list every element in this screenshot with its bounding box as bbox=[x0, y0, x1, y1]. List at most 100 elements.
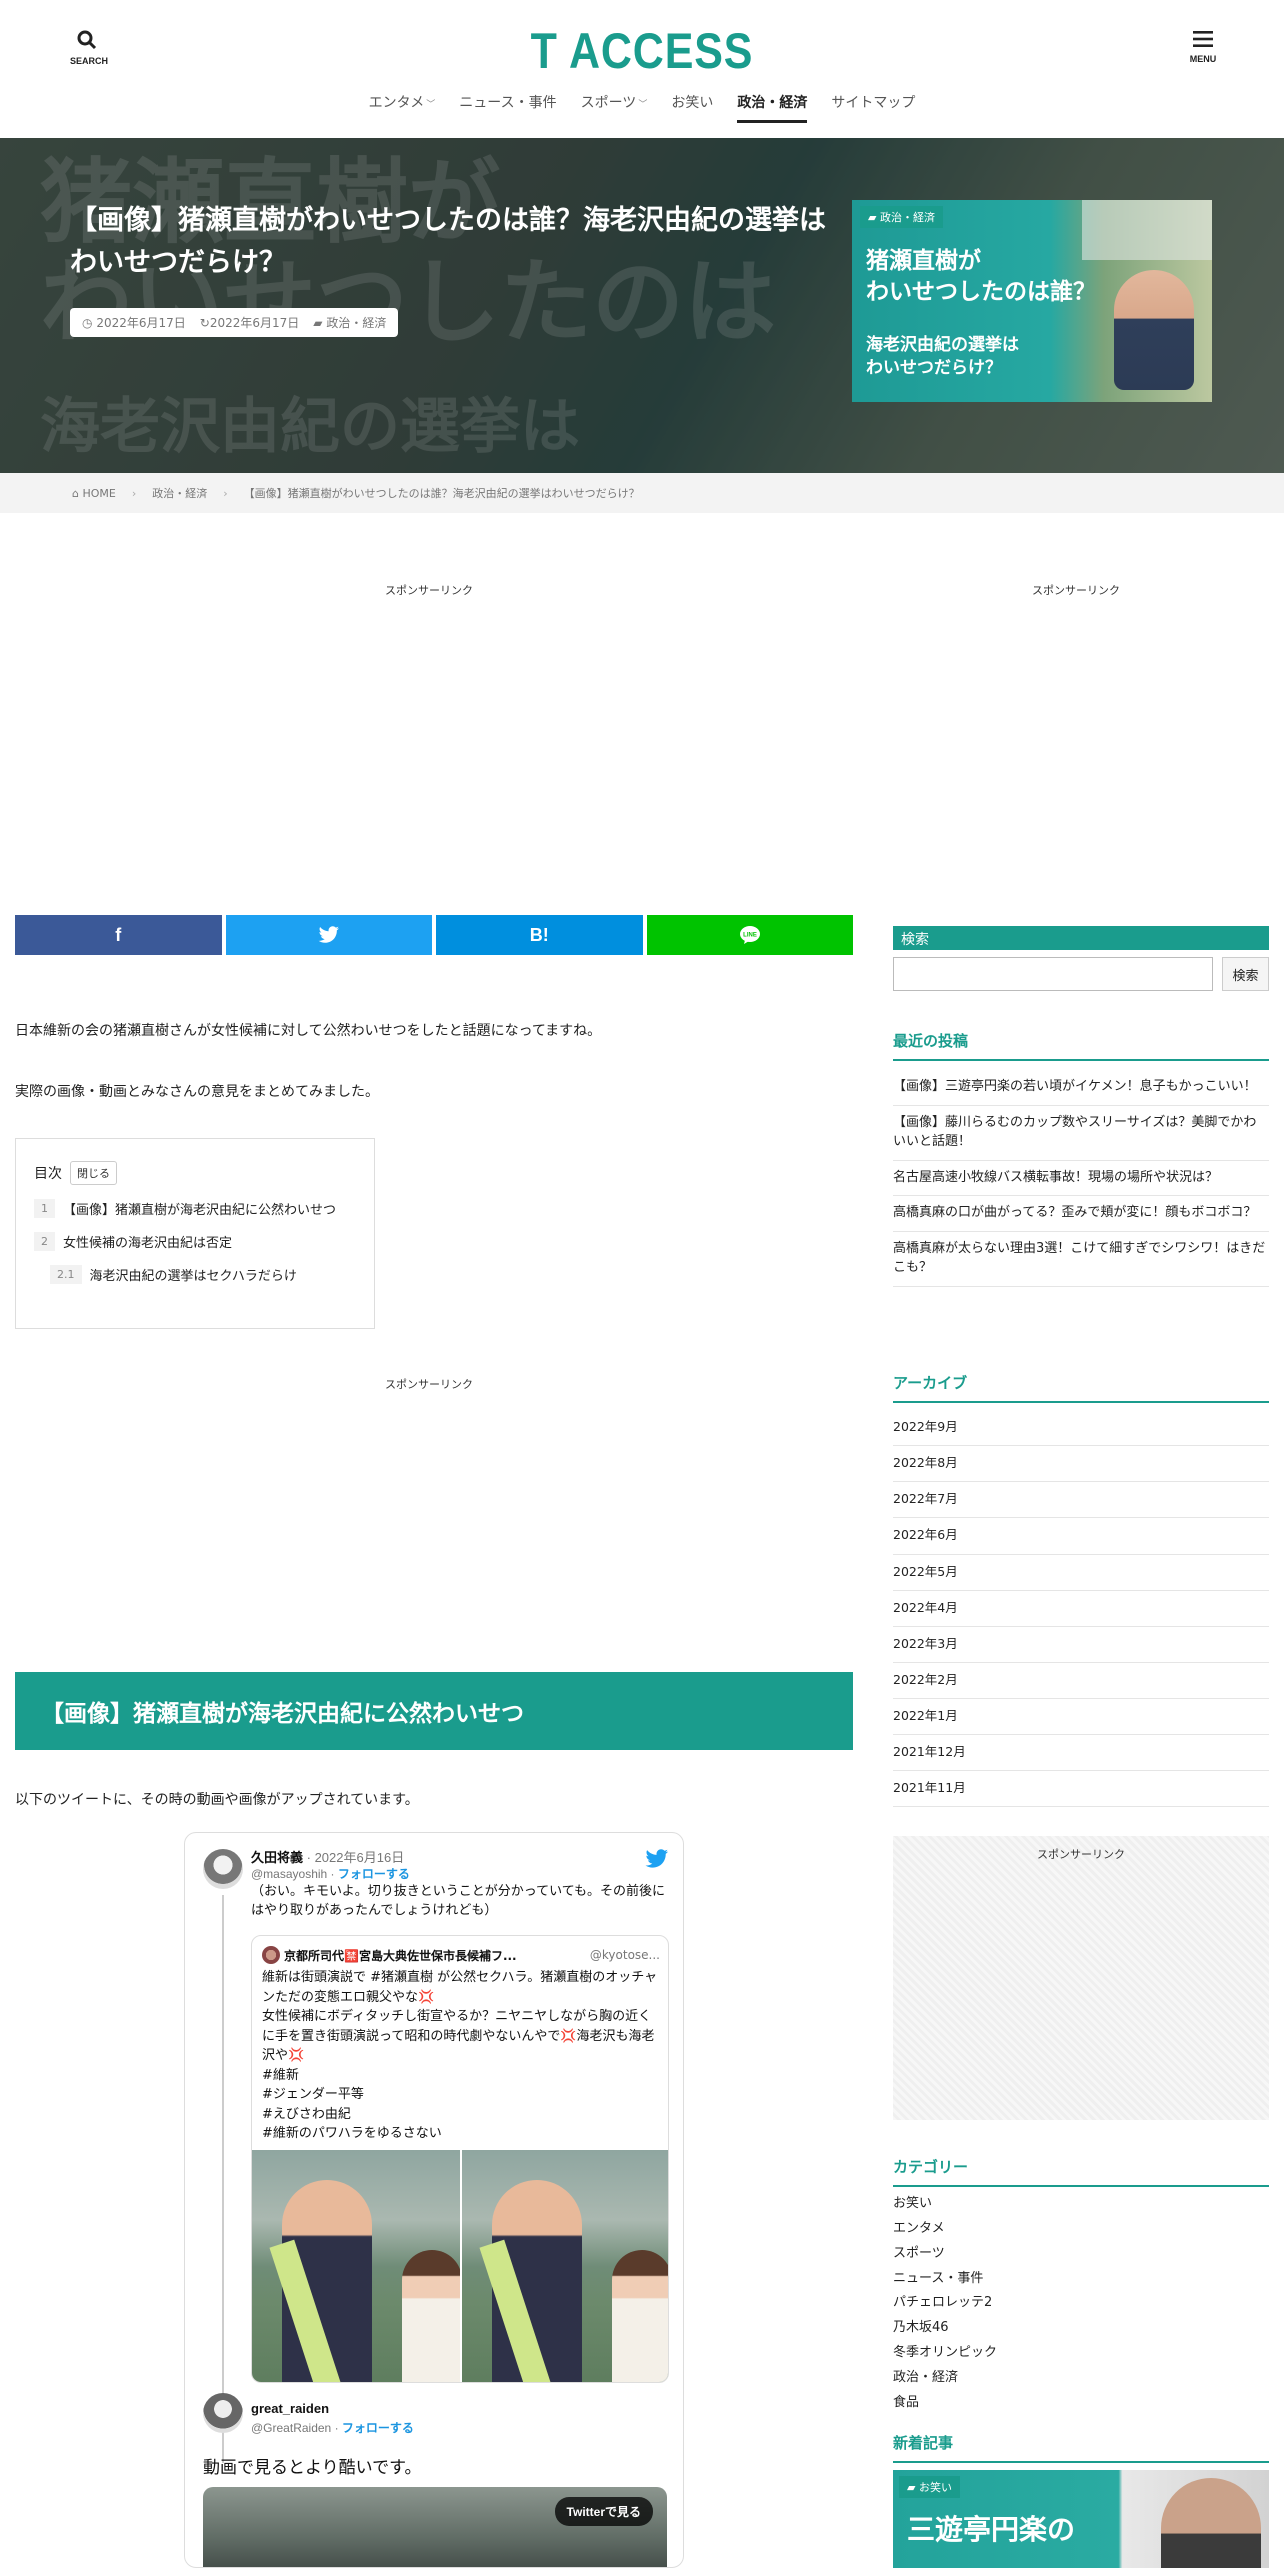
category-link[interactable]: 政治・経済 bbox=[893, 2366, 1269, 2391]
photo-woman-shape bbox=[402, 2250, 460, 2382]
archive-link[interactable]: 2022年4月 bbox=[893, 1591, 1269, 1627]
archive-link[interactable]: 2022年3月 bbox=[893, 1627, 1269, 1663]
breadcrumb-home[interactable]: ⌂ HOME bbox=[72, 487, 116, 500]
toc-link[interactable]: 女性候補の海老沢由紀は否定 bbox=[63, 1232, 232, 1251]
new-post-thumbnail[interactable]: ▰ お笑い 三遊亭円楽の bbox=[893, 2470, 1269, 2568]
facebook-icon: f bbox=[115, 924, 122, 945]
sponsor-label: スポンサーリンク bbox=[385, 584, 473, 597]
quoted-author-handle: @kyotose... bbox=[589, 1948, 660, 1962]
breadcrumb-current: 【画像】猪瀬直樹がわいせつしたのは誰？海老沢由紀の選挙はわいせつだらけ？ bbox=[243, 487, 640, 500]
tweet-author[interactable]: 久田将義 · 2022年6月16日 bbox=[251, 1847, 404, 1866]
hashtag-link[interactable]: #えびさわ由紀 bbox=[262, 2105, 660, 2125]
updated-date-text: 2022年6月17日 bbox=[209, 316, 300, 330]
recent-post-link[interactable]: 【画像】藤川らるむのカップ数やスリーサイズは？美脚でかわいいと話題！ bbox=[893, 1106, 1269, 1161]
archive-link[interactable]: 2022年8月 bbox=[893, 1446, 1269, 1483]
recent-post-link[interactable]: 高橋真麻が太らない理由3選！こけて細すぎでシワシワ！はきだこも？ bbox=[893, 1232, 1269, 1287]
category-link[interactable]: ニュース・事件 bbox=[893, 2267, 1269, 2292]
thumb-category-badge: ▰ 政治・経済 bbox=[860, 206, 943, 228]
share-facebook-button[interactable]: f bbox=[15, 915, 222, 955]
thumb-person-shape bbox=[1161, 2478, 1261, 2568]
nav-item-sports[interactable]: スポーツ ﹀ bbox=[581, 88, 648, 123]
toc-header: 目次 閉じる bbox=[34, 1161, 356, 1185]
table-of-contents: 目次 閉じる 1 【画像】猪瀬直樹が海老沢由紀に公然わいせつ 2 女性候補の海老沢由… bbox=[15, 1138, 375, 1329]
category-link[interactable]: スポーツ bbox=[893, 2242, 1269, 2267]
home-icon: ⌂ bbox=[72, 486, 79, 500]
watch-on-twitter-button[interactable]: Twitterで見る bbox=[554, 2497, 653, 2526]
share-line-button[interactable]: LINE bbox=[646, 915, 853, 955]
share-twitter-button[interactable] bbox=[225, 915, 432, 955]
sidebar-ad-slot: スポンサーリンク bbox=[893, 1836, 1269, 2120]
follow-button[interactable]: フォローする bbox=[342, 2421, 414, 2435]
category-link[interactable]: エンタメ bbox=[893, 2217, 1269, 2242]
hashtag-link[interactable]: #ジェンダー平等 bbox=[262, 2085, 660, 2105]
menu-button[interactable]: MENU bbox=[1186, 30, 1220, 64]
folder-icon: ▰ bbox=[868, 211, 880, 224]
toc-link[interactable]: 【画像】猪瀬直樹が海老沢由紀に公然わいせつ bbox=[63, 1199, 336, 1218]
new-posts-heading: 新着記事 bbox=[893, 2432, 1269, 2463]
archive-link[interactable]: 2022年1月 bbox=[893, 1699, 1269, 1736]
twitter-bird-icon[interactable] bbox=[645, 1849, 669, 1869]
thumb-line: わいせつしたのは誰？ bbox=[866, 279, 1096, 306]
recent-post-link[interactable]: 【画像】三遊亭円楽の若い頃がイケメン！息子もかっこいい！ bbox=[893, 1070, 1269, 1106]
nav-item-news[interactable]: ニュース・事件 bbox=[459, 88, 556, 123]
reply-author-name[interactable]: great_raiden bbox=[251, 2401, 329, 2416]
post-category[interactable]: ▰ 政治・経済 bbox=[313, 314, 386, 331]
nav-item-owarai[interactable]: お笑い bbox=[671, 88, 713, 123]
category-link[interactable]: パチェロレッテ2 bbox=[893, 2291, 1269, 2316]
quoted-tweet[interactable]: 京都所司代🈲宮島大典佐世保市長候補フ... @kyotose... 維新は街頭演… bbox=[251, 1935, 669, 2383]
recent-post-link[interactable]: 高橋真麻の口が曲がってる？歪みで頬が変に！顔もボコボコ？ bbox=[893, 1196, 1269, 1233]
share-hatena-button[interactable]: B! bbox=[436, 915, 643, 955]
breadcrumb-category[interactable]: 政治・経済 bbox=[152, 485, 207, 501]
recent-post-link[interactable]: 名古屋高速小牧線バス横転事故！現場の場所や状況は？ bbox=[893, 1161, 1269, 1197]
hashtag-link[interactable]: #維新のパワハラをゆるさない bbox=[262, 2124, 660, 2144]
archive-link[interactable]: 2022年7月 bbox=[893, 1482, 1269, 1519]
line-icon: LINE bbox=[739, 926, 760, 944]
archive-link[interactable]: 2021年12月 bbox=[893, 1735, 1269, 1772]
search-submit-button[interactable]: 検索 bbox=[1222, 957, 1269, 991]
archive-link[interactable]: 2022年2月 bbox=[893, 1663, 1269, 1699]
toc-item[interactable]: 2.1 海老沢由紀の選挙はセクハラだらけ bbox=[50, 1265, 356, 1284]
avatar[interactable] bbox=[203, 1849, 243, 1889]
clock-icon: ◷ bbox=[82, 316, 93, 330]
embedded-tweet[interactable]: 久田将義 · 2022年6月16日 @masayoshih · フォローする （… bbox=[184, 1832, 684, 2568]
updated-date: ↻2022年6月17日 bbox=[200, 314, 300, 331]
archive-link[interactable]: 2022年9月 bbox=[893, 1410, 1269, 1447]
tweet-photo[interactable] bbox=[462, 2150, 668, 2382]
archive-link[interactable]: 2021年11月 bbox=[893, 1771, 1269, 1808]
global-nav: エンタメ ﹀ ニュース・事件 スポーツ ﹀ お笑い 政治・経済 サイトマップ bbox=[0, 88, 1284, 123]
sponsor-label: スポンサーリンク bbox=[1037, 1848, 1125, 1861]
hamburger-icon bbox=[1193, 31, 1213, 47]
photo-woman-shape bbox=[612, 2250, 668, 2382]
archive-list: 2022年9月 2022年8月 2022年7月 2022年6月 2022年5月 … bbox=[893, 1410, 1269, 1808]
toc-item[interactable]: 1 【画像】猪瀬直樹が海老沢由紀に公然わいせつ bbox=[34, 1199, 356, 1218]
toc-close-button[interactable]: 閉じる bbox=[70, 1161, 117, 1185]
archive-link[interactable]: 2022年6月 bbox=[893, 1518, 1269, 1555]
quoted-tweet-body: 維新は街頭演説で #猪瀬直樹 が公然セクハラ。猪瀬直樹のオッチャンただの変態エロ… bbox=[262, 1968, 660, 2144]
nav-item-sitemap[interactable]: サイトマップ bbox=[831, 88, 915, 123]
category-link[interactable]: 冬季オリンピック bbox=[893, 2341, 1269, 2366]
thumb-line: 猪瀬直樹が bbox=[866, 248, 981, 274]
category-link[interactable]: 乃木坂46 bbox=[893, 2316, 1269, 2341]
chevron-down-icon: ﹀ bbox=[638, 100, 648, 110]
search-input[interactable] bbox=[893, 957, 1213, 991]
toc-item[interactable]: 2 女性候補の海老沢由紀は否定 bbox=[34, 1232, 356, 1251]
sidebar-search-title: 検索 bbox=[893, 926, 1269, 950]
archive-link[interactable]: 2022年5月 bbox=[893, 1555, 1269, 1591]
hashtag-link[interactable]: #維新 bbox=[262, 2066, 660, 2086]
nav-item-politics[interactable]: 政治・経済 bbox=[737, 88, 808, 123]
nav-item-entame[interactable]: エンタメ ﹀ bbox=[369, 88, 436, 123]
tweet-photo[interactable] bbox=[252, 2150, 460, 2382]
site-logo[interactable]: T ACCESS bbox=[90, 22, 1194, 80]
tweet-video[interactable]: Twitterで見る bbox=[203, 2487, 667, 2567]
thread-line bbox=[222, 1895, 224, 2463]
tweet-date[interactable]: · 2022年6月16日 bbox=[307, 1850, 405, 1865]
follow-button[interactable]: フォローする bbox=[338, 1867, 410, 1881]
tweet-handle-text: @masayoshih bbox=[251, 1867, 328, 1881]
avatar[interactable] bbox=[203, 2393, 243, 2433]
featured-image: ▰ 政治・経済 猪瀬直樹が わいせつしたのは誰？ 海老沢由紀の選挙は わいせつだらけ… bbox=[852, 200, 1212, 402]
toc-number: 2.1 bbox=[50, 1265, 82, 1284]
category-link[interactable]: 食品 bbox=[893, 2391, 1269, 2416]
toc-link[interactable]: 海老沢由紀の選挙はセクハラだらけ bbox=[90, 1265, 297, 1284]
category-link[interactable]: お笑い bbox=[893, 2192, 1269, 2217]
toc-number: 1 bbox=[34, 1199, 55, 1218]
